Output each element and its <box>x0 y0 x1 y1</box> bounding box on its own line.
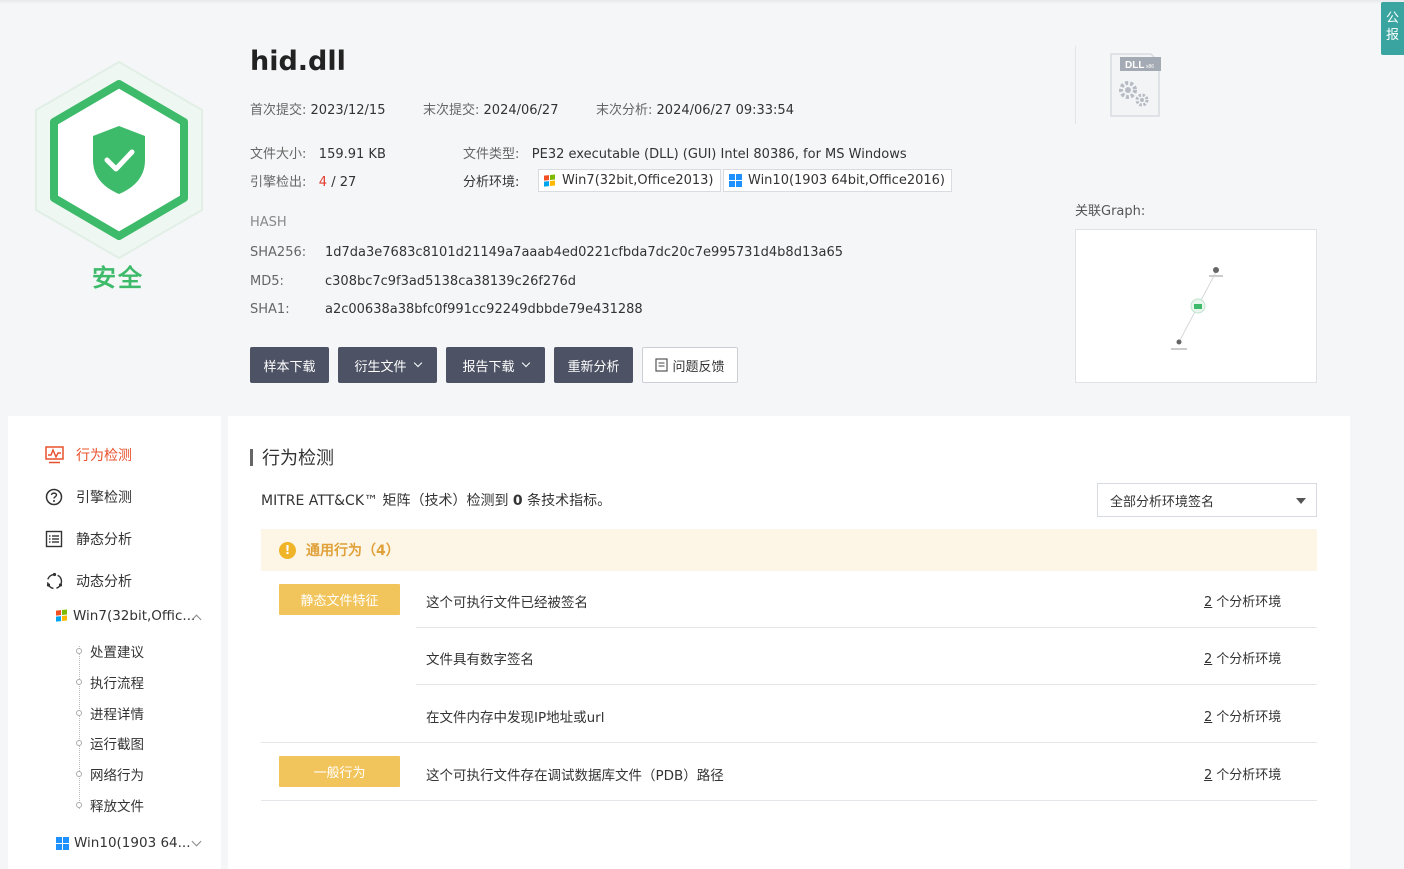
md5-row: MD5: c308bc7c9f3ad5138ca38139c26f276d <box>250 274 576 289</box>
chevron-down-icon <box>521 358 530 368</box>
last-submit: 末次提交: 2024/06/27 <box>423 103 559 118</box>
download-report-button[interactable]: 报告下载 <box>446 347 545 383</box>
hash-title: HASH <box>250 215 287 230</box>
graph-label: 关联Graph: <box>1075 204 1146 219</box>
env-tag-label: Win10(1903 64bit,Office2016) <box>748 173 945 188</box>
svg-text:x86: x86 <box>1146 64 1154 70</box>
tree-line <box>79 646 80 809</box>
env-count[interactable]: 2 个分析环境 <box>1204 764 1281 783</box>
sidebar-sub-network[interactable]: 网络行为 <box>76 764 144 784</box>
env-count[interactable]: 2 个分析环境 <box>1204 706 1281 725</box>
engine-detection: 引擎检出: 4 / 27 <box>250 175 357 190</box>
env-count[interactable]: 2 个分析环境 <box>1204 591 1281 610</box>
sidebar-item-behavior[interactable]: 行为检测 <box>44 445 132 465</box>
windows7-icon <box>56 609 68 622</box>
sidebar-sub-flow[interactable]: 执行流程 <box>76 672 144 692</box>
behavior-item[interactable]: 这个可执行文件已经被签名 <box>426 591 588 611</box>
env-tag-label: Win7(32bit,Office2013) <box>562 173 714 188</box>
top-shadow <box>0 0 1404 4</box>
group-header[interactable]: ! 通用行为（4） <box>261 529 1317 571</box>
env-signature-select[interactable]: 全部分析环境签名 <box>1097 483 1317 517</box>
cycle-icon <box>44 571 64 591</box>
file-size: 文件大小: 159.91 KB <box>250 147 386 162</box>
category-tag: 静态文件特征 <box>279 584 400 615</box>
dll-file-icon: DLL x86 <box>1110 53 1161 117</box>
env-label: 分析环境: <box>463 175 520 190</box>
sidebar-item-dynamic[interactable]: 动态分析 <box>44 571 132 591</box>
first-submit: 首次提交: 2023/12/15 <box>250 103 386 118</box>
file-type: 文件类型: PE32 executable (DLL) (GUI) Intel … <box>463 147 907 162</box>
chevron-down-icon[interactable] <box>191 836 202 847</box>
reanalyze-button[interactable]: 重新分析 <box>554 347 633 383</box>
document-icon <box>655 358 669 372</box>
windows7-icon <box>544 173 556 187</box>
mitre-summary: MITRE ATT&CK™ 矩阵（技术）检测到 0 条技术指标。 <box>261 493 612 509</box>
header-divider <box>1075 46 1076 124</box>
caret-down-icon <box>1296 498 1306 504</box>
question-circle-icon <box>44 487 64 507</box>
sidebar-sub-screenshot[interactable]: 运行截图 <box>76 733 144 753</box>
chevron-down-icon <box>413 358 422 368</box>
feedback-button[interactable]: 问题反馈 <box>642 347 738 383</box>
env-tag-win10[interactable]: Win10(1903 64bit,Office2016) <box>723 169 952 192</box>
windows10-icon <box>729 174 742 187</box>
sidebar-sub-released[interactable]: 释放文件 <box>76 795 144 815</box>
warning-icon: ! <box>279 541 296 559</box>
relation-graph[interactable] <box>1075 229 1317 383</box>
behavior-panel: 行为检测 MITRE ATT&CK™ 矩阵（技术）检测到 0 条技术指标。 全部… <box>228 416 1350 869</box>
env-tag-win7[interactable]: Win7(32bit,Office2013) <box>538 169 721 192</box>
sidebar-item-engine[interactable]: 引擎检测 <box>44 487 132 507</box>
sidebar-env-win7[interactable]: Win7(32bit,Offic... <box>56 608 195 624</box>
sidebar-sub-disposal[interactable]: 处置建议 <box>76 641 144 661</box>
last-analysis: 末次分析: 2024/06/27 09:33:54 <box>596 103 794 118</box>
monitor-wave-icon <box>44 445 64 465</box>
svg-text:DLL: DLL <box>1125 60 1144 71</box>
windows10-icon <box>56 836 69 850</box>
sidebar: 行为检测 引擎检测 静态分析 动态分析 Win7(32bit,Offic... … <box>8 416 221 869</box>
behavior-item[interactable]: 在文件内存中发现IP地址或url <box>426 706 604 726</box>
behavior-item[interactable]: 文件具有数字签名 <box>426 648 534 668</box>
file-name: hid.dll <box>250 46 346 77</box>
sidebar-item-static[interactable]: 静态分析 <box>44 529 132 549</box>
sha1-row: SHA1: a2c00638a38bfc0f991cc92249dbbde79e4… <box>250 302 643 317</box>
download-sample-button[interactable]: 样本下载 <box>250 347 329 383</box>
graph-canvas <box>1171 267 1223 350</box>
safe-shield-badge <box>35 60 203 260</box>
section-title: 行为检测 <box>250 444 334 470</box>
env-count[interactable]: 2 个分析环境 <box>1204 648 1281 667</box>
derived-files-button[interactable]: 衍生文件 <box>338 347 437 383</box>
behavior-item[interactable]: 这个可执行文件存在调试数据库文件（PDB）路径 <box>426 764 724 784</box>
category-tag: 一般行为 <box>279 756 400 787</box>
side-float-tab[interactable]: 公报 <box>1381 2 1404 55</box>
verdict-label: 安全 <box>92 264 144 292</box>
sha256-row: SHA256: 1d7da3e7683c8101d21149a7aaab4ed02… <box>250 245 843 260</box>
list-icon <box>44 529 64 549</box>
sidebar-sub-process[interactable]: 进程详情 <box>76 703 144 723</box>
sidebar-env-win10[interactable]: Win10(1903 64... <box>56 835 191 851</box>
